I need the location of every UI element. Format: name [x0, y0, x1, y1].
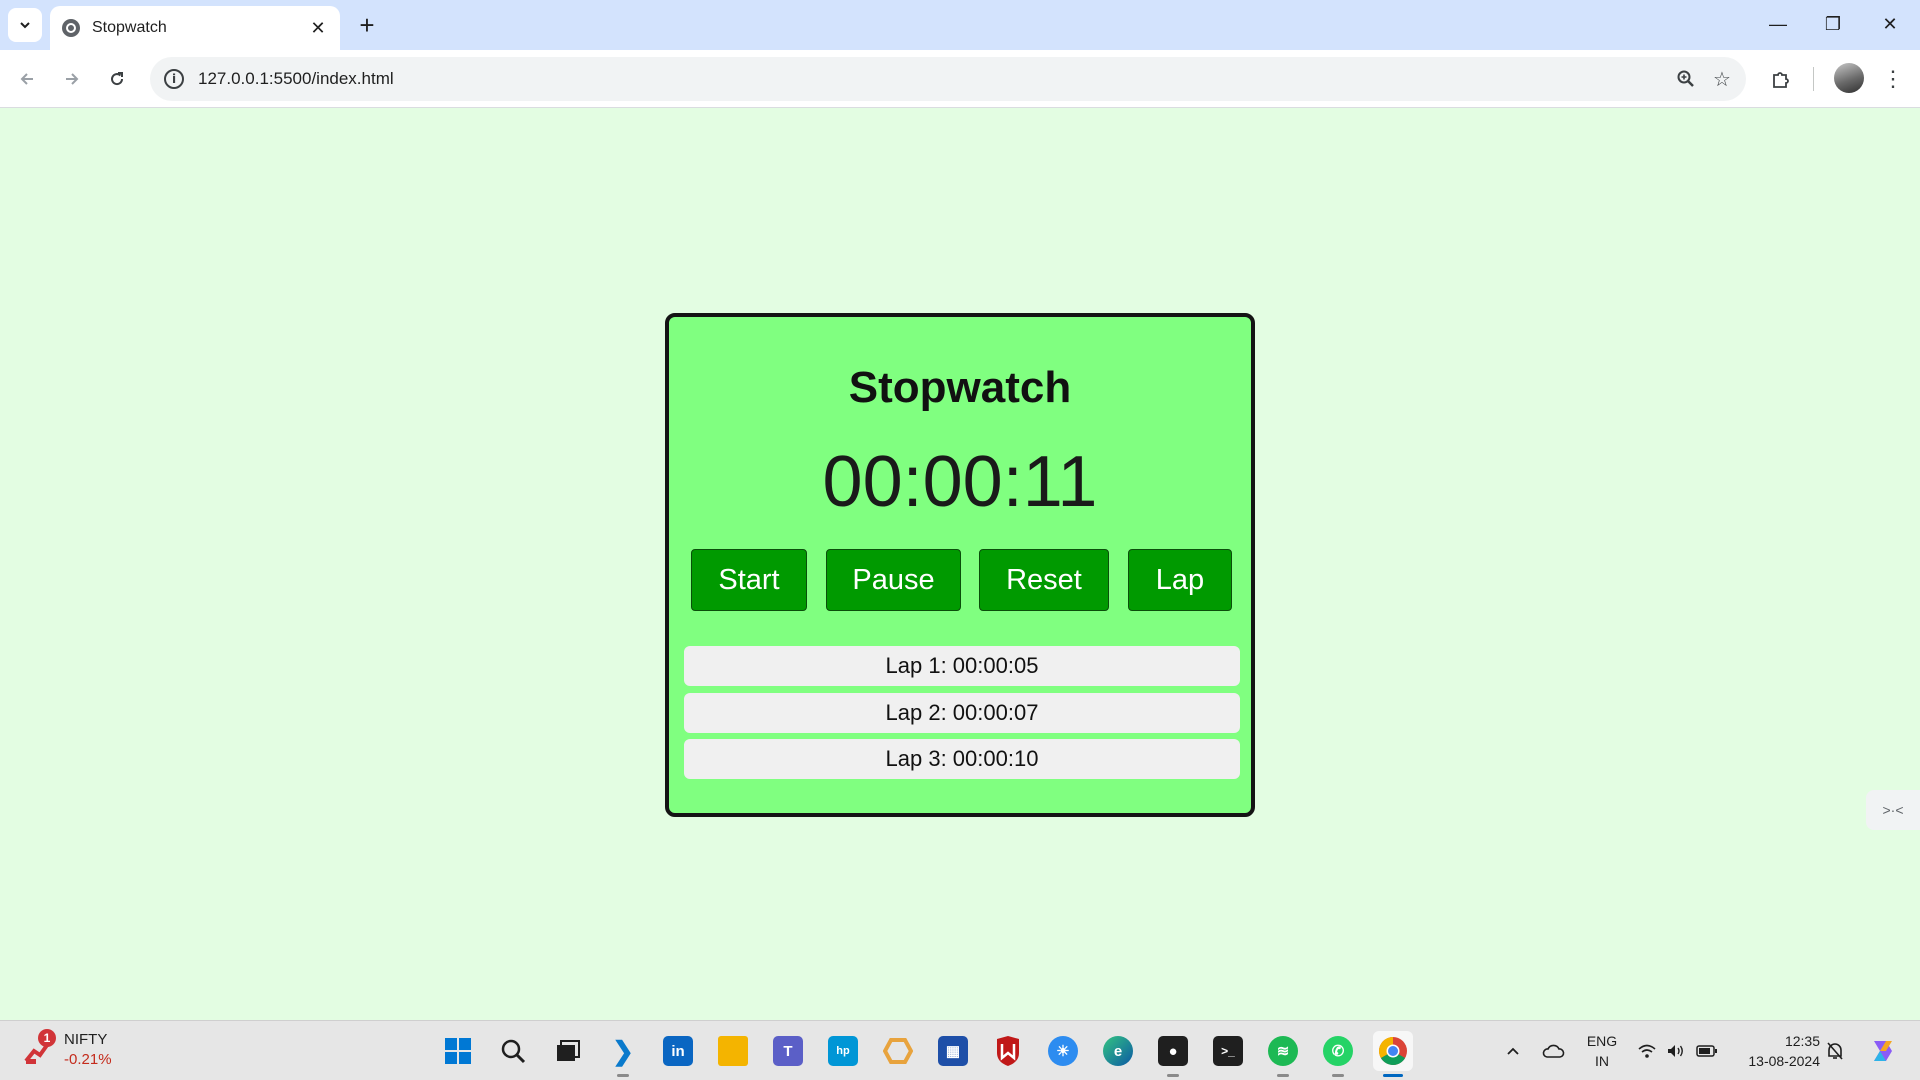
back-button[interactable] [10, 62, 44, 96]
language-indicator[interactable]: ENG IN [1584, 1031, 1620, 1071]
taskbar-app-mcafee[interactable] [988, 1031, 1028, 1071]
copilot-tray-icon[interactable] [1866, 1039, 1898, 1063]
zoom-icon[interactable] [1668, 61, 1704, 97]
browser-tab[interactable]: Stopwatch ✕ [50, 6, 340, 50]
extensions-icon[interactable] [1764, 62, 1798, 96]
wifi-icon[interactable] [1634, 1039, 1660, 1063]
copilot-icon [883, 1038, 913, 1064]
taskbar-app-vscode[interactable]: ❯ [603, 1031, 643, 1077]
start-button[interactable]: Start [691, 549, 807, 611]
terminal-icon: >_ [1213, 1036, 1243, 1066]
new-tab-button[interactable]: + [352, 10, 382, 40]
clock-time: 12:35 [1784, 1033, 1820, 1049]
whatsapp-icon: ✆ [1323, 1036, 1353, 1066]
taskbar-app-file-explorer[interactable] [713, 1031, 753, 1071]
teams-icon: T [773, 1036, 803, 1066]
site-info-icon[interactable]: i [164, 69, 184, 89]
more-menu-icon[interactable]: ⋮ [1876, 62, 1910, 96]
search-icon [501, 1039, 526, 1064]
address-bar[interactable]: i 127.0.0.1:5500/index.html ☆ [150, 57, 1746, 101]
url-text[interactable]: 127.0.0.1:5500/index.html [198, 69, 1668, 89]
taskbar-app-spotify[interactable]: ≋ [1263, 1031, 1303, 1077]
clock-date: 13-08-2024 [1748, 1053, 1820, 1069]
taskbar-app-github[interactable]: ● [1153, 1031, 1193, 1077]
running-indicator [1167, 1074, 1179, 1077]
taskbar-app-edge[interactable]: e [1098, 1031, 1138, 1071]
running-indicator [1332, 1074, 1344, 1077]
lap-button[interactable]: Lap [1128, 549, 1232, 611]
task-view-button[interactable] [548, 1031, 588, 1071]
running-indicator [617, 1074, 629, 1077]
search-taskbar-button[interactable] [493, 1031, 533, 1071]
taskbar-app-copilot[interactable] [878, 1031, 918, 1071]
start-menu-button[interactable] [438, 1031, 478, 1071]
folder-icon [718, 1036, 748, 1066]
profile-avatar[interactable] [1834, 63, 1864, 93]
task-view-icon [557, 1040, 580, 1061]
reload-button[interactable] [100, 62, 134, 96]
stopwatch-display: 00:00:11 [822, 442, 1098, 522]
taskbar-app-weather[interactable]: ☀ [1043, 1031, 1083, 1071]
windows-logo-icon [445, 1038, 471, 1064]
mcafee-shield-icon [997, 1036, 1019, 1066]
linkedin-icon: in [663, 1036, 693, 1066]
forward-button[interactable] [55, 62, 89, 96]
myhp-icon: hp [828, 1036, 858, 1066]
battery-icon[interactable] [1694, 1039, 1720, 1063]
minimize-button[interactable]: — [1758, 8, 1798, 40]
arrow-left-icon [20, 73, 33, 85]
browser-tab-bar: Stopwatch ✕ + — ❐ ✕ [0, 0, 1920, 50]
lap-list-item: Lap 3: 00:00:10 [684, 739, 1240, 779]
onedrive-cloud-icon[interactable] [1540, 1039, 1566, 1063]
tab-close-icon[interactable]: ✕ [308, 18, 328, 39]
language-code: ENG [1586, 1033, 1618, 1049]
stopwatch-title: Stopwatch [848, 363, 1072, 412]
vscode-icon: ❯ [612, 1035, 634, 1066]
arrow-right-icon [66, 73, 79, 85]
lap-list-item: Lap 1: 00:00:05 [684, 646, 1240, 686]
lap-list-item: Lap 2: 00:00:07 [684, 693, 1240, 733]
system-clock[interactable]: 12:35 13-08-2024 [1730, 1031, 1820, 1071]
browser-toolbar: i 127.0.0.1:5500/index.html ☆ ⋮ [0, 50, 1920, 108]
taskbar-app-whatsapp[interactable]: ✆ [1318, 1031, 1358, 1077]
taskbar-app-myhp[interactable]: hp [823, 1031, 863, 1071]
region-code: IN [1595, 1053, 1609, 1069]
toolbar-divider [1813, 67, 1814, 91]
spotify-icon: ≋ [1268, 1036, 1298, 1066]
running-indicator [1277, 1074, 1289, 1077]
notifications-bell-icon[interactable] [1822, 1039, 1848, 1063]
taskbar-app-store[interactable]: ▦ [933, 1031, 973, 1071]
ticker-name: NIFTY [64, 1031, 108, 1048]
active-indicator [1383, 1074, 1403, 1077]
reload-icon [111, 72, 124, 86]
restore-button[interactable]: ❐ [1813, 8, 1853, 40]
stopwatch-card: Stopwatch 00:00:11 Start Pause Reset Lap… [665, 313, 1255, 817]
pause-button[interactable]: Pause [826, 549, 961, 611]
store-icon: ▦ [938, 1036, 968, 1066]
taskbar-app-teams[interactable]: T [768, 1031, 808, 1071]
reset-button[interactable]: Reset [979, 549, 1109, 611]
chevron-down-icon [20, 22, 30, 29]
ticker-change: -0.21% [64, 1051, 112, 1068]
close-window-button[interactable]: ✕ [1870, 8, 1910, 40]
side-panel-toggle-icon[interactable]: >·< [1866, 790, 1920, 830]
notification-badge: 1 [38, 1029, 56, 1047]
tab-title: Stopwatch [92, 19, 167, 36]
taskbar-app-linkedin[interactable]: in [658, 1031, 698, 1071]
show-hidden-icons-chevron-icon[interactable] [1500, 1039, 1526, 1063]
volume-icon[interactable] [1663, 1039, 1689, 1063]
weather-icon: ☀ [1048, 1036, 1078, 1066]
edge-icon: e [1103, 1036, 1133, 1066]
bookmark-star-icon[interactable]: ☆ [1704, 61, 1740, 97]
chrome-icon [1379, 1037, 1407, 1065]
taskbar-app-terminal[interactable]: >_ [1208, 1031, 1248, 1071]
taskbar-app-chrome[interactable] [1373, 1031, 1413, 1077]
github-icon: ● [1158, 1036, 1188, 1066]
tab-search-button[interactable] [8, 8, 42, 42]
windows-taskbar: 1 NIFTY -0.21% ❯ in T hp ▦ ☀ e ● >_ ≋ ✆ … [0, 1020, 1920, 1080]
globe-icon [62, 19, 80, 37]
